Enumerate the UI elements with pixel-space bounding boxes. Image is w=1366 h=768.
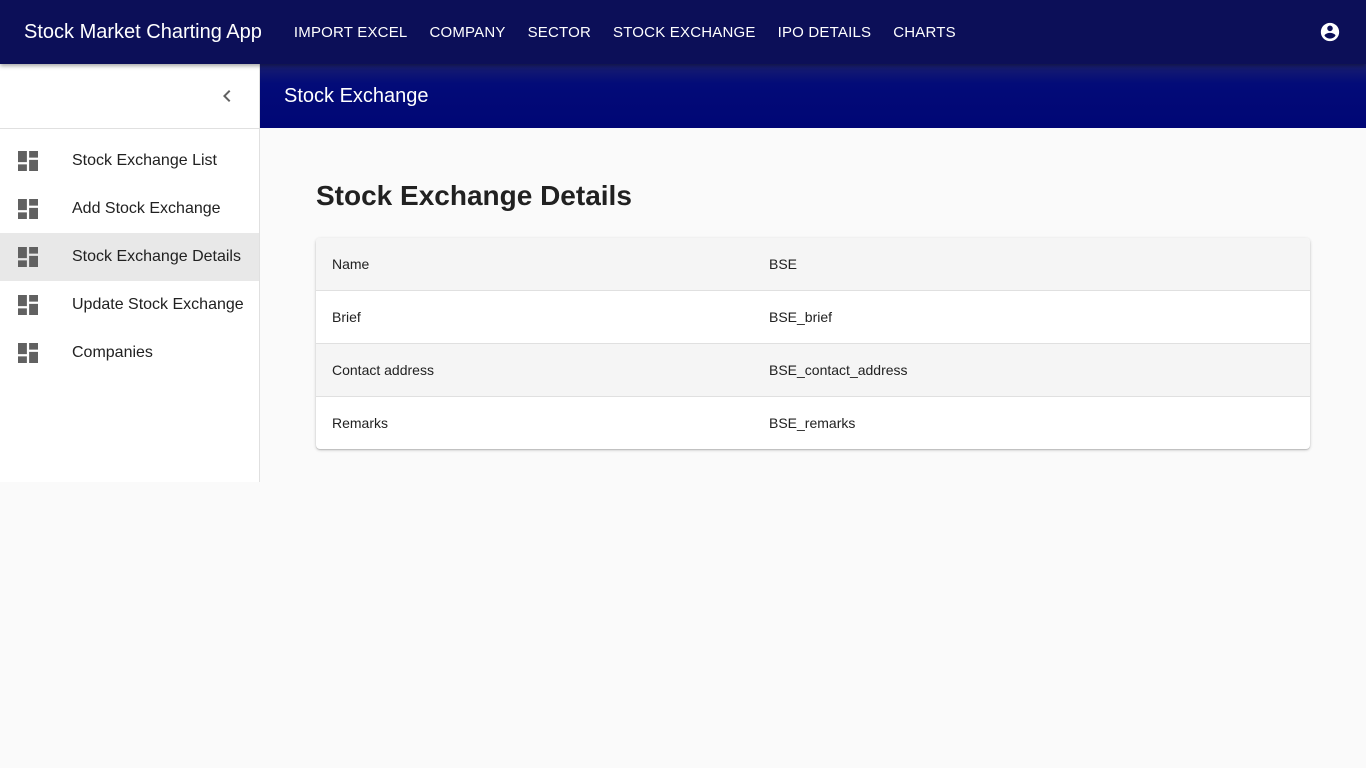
dashboard-icon	[18, 247, 38, 267]
table-row: Name BSE	[316, 238, 1310, 291]
nav-company[interactable]: COMPANY	[418, 24, 516, 41]
detail-value: BSE_remarks	[769, 415, 856, 431]
sidebar-nav-list: Stock Exchange List Add Stock Exchange S…	[0, 129, 259, 377]
page-section-bar: Stock Exchange	[260, 64, 1366, 128]
nav-charts[interactable]: CHARTS	[882, 24, 967, 41]
nav-import-excel[interactable]: IMPORT EXCEL	[283, 24, 419, 41]
sidebar-item-add-stock-exchange[interactable]: Add Stock Exchange	[0, 185, 259, 233]
table-row: Contact address BSE_contact_address	[316, 344, 1310, 397]
page-title: Stock Exchange Details	[316, 180, 632, 211]
detail-value: BSE_contact_address	[769, 362, 908, 378]
nav-sector[interactable]: SECTOR	[517, 24, 602, 41]
sidebar-item-update-stock-exchange[interactable]: Update Stock Exchange	[0, 281, 259, 329]
sidebar-item-stock-exchange-details[interactable]: Stock Exchange Details	[0, 233, 259, 281]
detail-key: Name	[332, 256, 370, 272]
account-circle-icon[interactable]	[1319, 21, 1341, 43]
detail-value: BSE	[769, 256, 798, 272]
dashboard-icon	[18, 295, 38, 315]
sidebar-header	[0, 64, 259, 129]
sidebar-item-stock-exchange-list[interactable]: Stock Exchange List	[0, 137, 259, 185]
sidebar-item-label: Add Stock Exchange	[72, 200, 221, 217]
detail-key: Remarks	[332, 415, 389, 431]
sidebar-item-companies[interactable]: Companies	[0, 329, 259, 377]
sidebar: Stock Exchange List Add Stock Exchange S…	[0, 64, 260, 482]
nav-ipo-details[interactable]: IPO DETAILS	[767, 24, 883, 41]
top-app-bar: Stock Market Charting App IMPORT EXCEL C…	[0, 0, 1366, 64]
sidebar-item-label: Stock Exchange List	[72, 152, 217, 169]
table-row: Remarks BSE_remarks	[316, 397, 1310, 449]
table-row: Brief BSE_brief	[316, 291, 1310, 344]
nav-stock-exchange[interactable]: STOCK EXCHANGE	[602, 24, 767, 41]
detail-key: Brief	[332, 309, 361, 325]
dashboard-icon	[18, 151, 38, 171]
chevron-left-icon[interactable]	[215, 84, 239, 108]
section-title: Stock Exchange	[284, 84, 429, 107]
details-table: Name BSE Brief BSE_brief Contact address…	[316, 238, 1310, 449]
sidebar-item-label: Stock Exchange Details	[72, 248, 241, 265]
detail-key: Contact address	[332, 362, 434, 378]
detail-value: BSE_brief	[769, 309, 833, 325]
sidebar-item-label: Update Stock Exchange	[72, 296, 244, 313]
dashboard-icon	[18, 199, 38, 219]
dashboard-icon	[18, 343, 38, 363]
app-title[interactable]: Stock Market Charting App	[24, 21, 262, 44]
sidebar-item-label: Companies	[72, 344, 153, 361]
